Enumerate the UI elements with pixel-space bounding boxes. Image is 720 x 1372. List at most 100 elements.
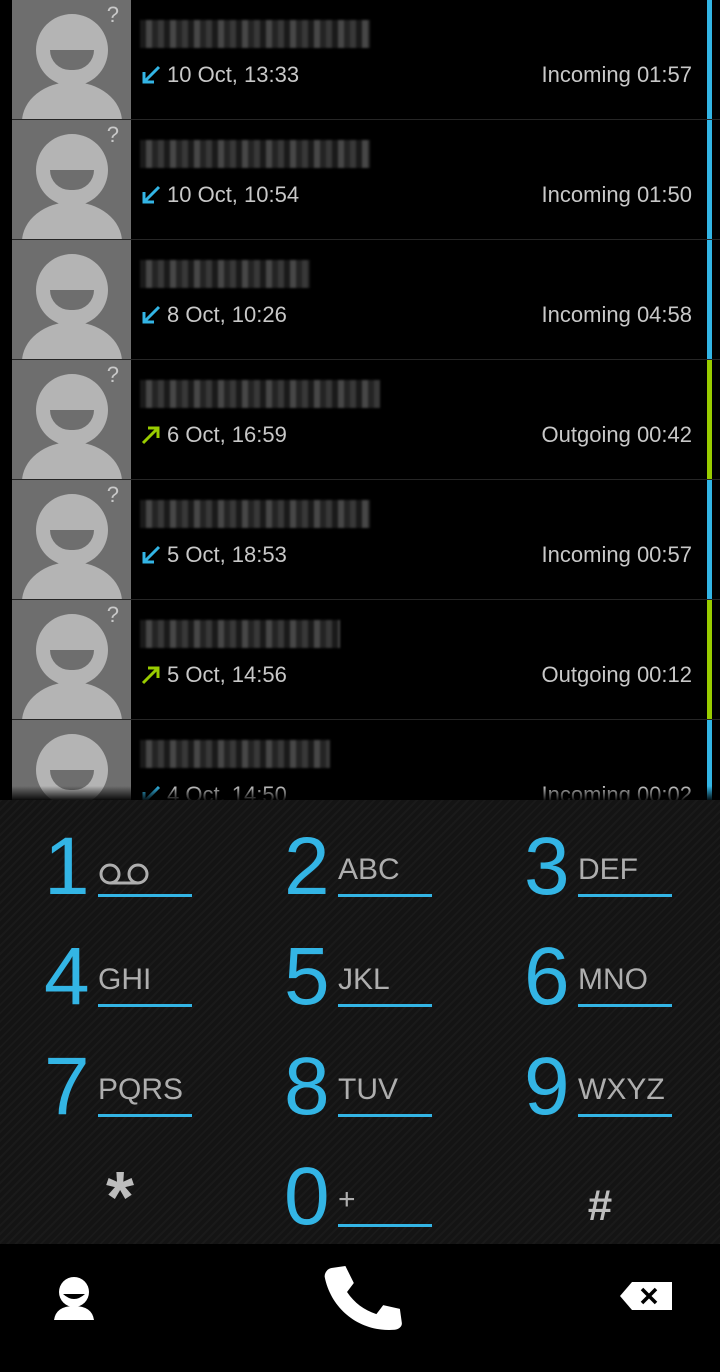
dialpad-key-7[interactable]: 7 PQRS: [0, 1030, 240, 1140]
contact-avatar-icon[interactable]: ?: [12, 360, 131, 479]
key-digit: 1: [44, 821, 90, 912]
key-letters: MNO: [578, 963, 648, 996]
key-underline: [578, 1114, 672, 1117]
key-digit: 8: [284, 1041, 330, 1132]
key-letters: PQRS: [98, 1073, 184, 1106]
key-letters: TUV: [338, 1073, 398, 1106]
call-type-indicator: [707, 360, 712, 479]
call-duration: 00:57: [636, 542, 692, 567]
call-duration: 01:57: [636, 62, 692, 87]
call-duration: 01:50: [636, 182, 692, 207]
call-log-row[interactable]: ? 5 Oct, 14:56 Outgoing 00:12: [12, 600, 720, 720]
incoming-call-arrow-icon: [142, 305, 161, 324]
call-button[interactable]: [240, 1244, 480, 1372]
call-type-duration: Incoming 01:57: [542, 62, 692, 88]
key-digit: 9: [524, 1041, 570, 1132]
contact-avatar-icon[interactable]: ?: [12, 0, 131, 119]
dialer-action-bar: [0, 1244, 720, 1372]
key-underline: [578, 1004, 672, 1007]
call-type-indicator: [707, 0, 712, 119]
redacted-contact-name: [140, 20, 370, 48]
outgoing-call-arrow-icon: [141, 426, 160, 445]
incoming-call-arrow-icon: [142, 185, 161, 204]
call-type-indicator: [707, 480, 712, 599]
key-letters: +: [338, 1183, 356, 1216]
redacted-contact-name: [140, 260, 310, 288]
call-log-row[interactable]: ? 10 Oct, 13:33 Incoming 01:57: [12, 0, 720, 120]
key-digit: 7: [44, 1041, 90, 1132]
key-underline: [338, 1224, 432, 1227]
key-digit: 5: [284, 931, 330, 1022]
call-type-indicator: [707, 600, 712, 719]
key-underline: [98, 894, 192, 897]
call-type-duration: Outgoing 00:12: [542, 662, 692, 688]
key-underline: [98, 1114, 192, 1117]
call-date: 10 Oct, 13:33: [167, 62, 300, 87]
call-type-duration: Incoming 01:50: [542, 182, 692, 208]
backspace-icon: [620, 1282, 672, 1310]
call-log-row[interactable]: ? 5 Oct, 18:53 Incoming 00:57: [12, 480, 720, 600]
dialpad-key-2[interactable]: 2 ABC: [240, 810, 480, 920]
key-letters: WXYZ: [578, 1073, 665, 1106]
call-duration: 00:12: [636, 662, 692, 687]
dialpad-key-4[interactable]: 4 GHI: [0, 920, 240, 1030]
call-duration: 00:42: [636, 422, 692, 447]
key-letters: JKL: [338, 963, 390, 996]
redacted-contact-name: [140, 380, 380, 408]
call-log-row[interactable]: 8 Oct, 10:26 Incoming 04:58: [12, 240, 720, 360]
contact-avatar-icon[interactable]: ?: [12, 120, 131, 239]
key-underline: [338, 1114, 432, 1117]
dialpad: 1 2 ABC 3 DEF 4 GHI 5 JKL 6 MNO 7 PQRS 8…: [0, 786, 720, 1244]
contacts-icon: [54, 1277, 94, 1320]
dialpad-key-0[interactable]: 0 +: [240, 1140, 480, 1250]
call-date: 5 Oct, 14:56: [167, 662, 287, 687]
contact-avatar-icon[interactable]: ?: [12, 600, 131, 719]
redacted-contact-name: [140, 140, 370, 168]
call-date: 8 Oct, 10:26: [167, 302, 287, 327]
outgoing-call-arrow-icon: [141, 666, 160, 685]
key-digit: 6: [524, 931, 570, 1022]
redacted-contact-name: [140, 620, 340, 648]
key-underline: [338, 1004, 432, 1007]
call-type-indicator: [707, 240, 712, 359]
dialpad-key-8[interactable]: 8 TUV: [240, 1030, 480, 1140]
dialpad-key-1[interactable]: 1: [0, 810, 240, 920]
key-digit: 4: [44, 931, 90, 1022]
key-digit: 2: [284, 821, 330, 912]
call-date: 5 Oct, 18:53: [167, 542, 287, 567]
phone-icon: [324, 1266, 402, 1330]
dialpad-key-6[interactable]: 6 MNO: [480, 920, 720, 1030]
backspace-button[interactable]: [480, 1244, 720, 1372]
call-type-duration: Outgoing 00:42: [542, 422, 692, 448]
contact-avatar-icon[interactable]: ?: [12, 480, 131, 599]
call-type: Incoming: [541, 182, 631, 207]
call-duration: 04:58: [636, 302, 692, 327]
key-digit: 3: [524, 821, 570, 912]
key-underline: [338, 894, 432, 897]
call-type-indicator: [707, 120, 712, 239]
key-symbol: *: [105, 1158, 135, 1238]
dialpad-key-hash[interactable]: #: [480, 1140, 720, 1250]
redacted-contact-name: [140, 740, 330, 768]
dialpad-key-3[interactable]: 3 DEF: [480, 810, 720, 920]
incoming-call-arrow-icon: [142, 65, 161, 84]
call-type: Outgoing: [541, 662, 631, 687]
dialpad-key-star[interactable]: *: [0, 1140, 240, 1250]
call-log-row[interactable]: ? 6 Oct, 16:59 Outgoing 00:42: [12, 360, 720, 480]
key-letters: DEF: [578, 853, 638, 886]
contacts-button[interactable]: [0, 1244, 240, 1372]
key-underline: [98, 1004, 192, 1007]
call-type: Outgoing: [541, 422, 631, 447]
contact-avatar-icon[interactable]: [12, 240, 131, 359]
key-letters: ABC: [338, 853, 400, 886]
call-type: Incoming: [541, 302, 631, 327]
voicemail-icon: [99, 863, 149, 885]
key-underline: [578, 894, 672, 897]
incoming-call-arrow-icon: [142, 545, 161, 564]
call-log-row[interactable]: ? 10 Oct, 10:54 Incoming 01:50: [12, 120, 720, 240]
redacted-contact-name: [140, 500, 370, 528]
dialpad-key-9[interactable]: 9 WXYZ: [480, 1030, 720, 1140]
dialpad-key-5[interactable]: 5 JKL: [240, 920, 480, 1030]
call-log-list[interactable]: ? 10 Oct, 13:33 Incoming 01:57 ? 10 Oct, 10:…: [0, 0, 720, 800]
call-type-duration: Incoming 00:57: [542, 542, 692, 568]
